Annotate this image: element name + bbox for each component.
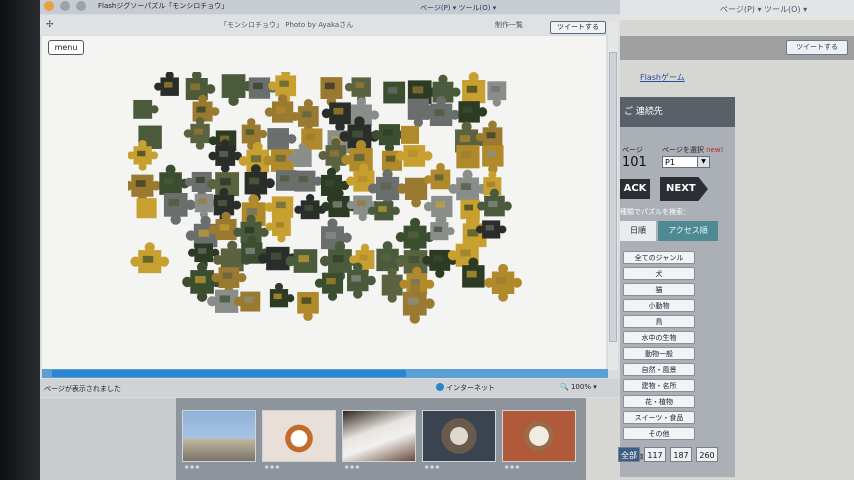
thumbnail-caption: ★★★ (424, 464, 441, 471)
genre-button[interactable]: その他 (623, 427, 695, 440)
jigsaw-piece[interactable] (423, 162, 451, 190)
scrollbar-thumb[interactable] (52, 370, 406, 377)
jigsaw-piece[interactable] (448, 169, 487, 201)
jigsaw-piece[interactable] (221, 74, 254, 107)
jigsaw-piece[interactable] (432, 74, 461, 103)
scrollbar-thumb[interactable] (609, 52, 617, 342)
background-toolbar-label[interactable]: ページ(P) ▾ ツール(O) ▾ (720, 4, 807, 15)
piece-count-button[interactable]: 187 (670, 447, 692, 462)
thumbnail-caption: ★★★ (184, 464, 201, 471)
new-badge: new! (706, 146, 724, 154)
jigsaw-piece[interactable] (297, 291, 319, 321)
jigsaw-piece[interactable] (275, 170, 297, 191)
genre-button[interactable]: 建物・名所 (623, 379, 695, 392)
zoom-level[interactable]: 🔍 100% ▾ (560, 383, 597, 391)
window-titlebar: Flashジグソーパズル「モンシロチョウ」 ページ(P) ▾ ツール(O) ▾ (40, 0, 620, 14)
puzzle-caption: 「モンシロチョウ」 Photo by Ayakaさん (220, 21, 354, 29)
page-header: ✢ 「モンシロチョウ」 Photo by Ayakaさん 制作一覧 ツイートする (40, 15, 620, 35)
genre-button[interactable]: 自然・風景 (623, 363, 695, 376)
thumbnail-caption: ★★★ (504, 464, 521, 471)
jigsaw-piece[interactable] (163, 193, 196, 225)
jigsaw-piece[interactable] (383, 81, 406, 104)
menu-button[interactable]: menu (48, 40, 84, 55)
thumbnail-cat-2[interactable] (422, 410, 496, 462)
jigsaw-piece[interactable] (484, 263, 523, 302)
genre-button[interactable]: 小動物 (623, 299, 695, 312)
site-logo-icon[interactable]: ✢ (46, 20, 54, 30)
page-label: ページ (622, 146, 643, 154)
thumbnail-strip-left-area (40, 398, 176, 480)
jigsaw-piece[interactable] (154, 72, 179, 96)
jigsaw-piece[interactable] (314, 272, 344, 301)
genre-button[interactable]: 鳥 (623, 315, 695, 328)
jigsaw-piece[interactable] (133, 99, 159, 119)
panel-heading: ご 連続先 (620, 97, 735, 127)
genre-button[interactable]: 犬 (623, 267, 695, 280)
piece-count-button[interactable]: 117 (644, 447, 666, 462)
jigsaw-piece[interactable] (458, 101, 488, 123)
jigsaw-piece[interactable] (294, 170, 323, 192)
security-zone: インターネット (436, 383, 495, 393)
jigsaw-piece[interactable] (482, 145, 504, 174)
genre-button[interactable]: 動物一般 (623, 347, 695, 360)
background-tweet-button[interactable]: ツイートする (786, 40, 848, 55)
genre-button[interactable]: 水中の生物 (623, 331, 695, 344)
jigsaw-piece[interactable] (183, 117, 210, 150)
browser-toolbar-menus[interactable]: ページ(P) ▾ ツール(O) ▾ (420, 3, 496, 13)
jigsaw-piece[interactable] (456, 145, 480, 169)
jigsaw-piece[interactable] (397, 177, 428, 208)
window-title: Flashジグソーパズル「モンシロチョウ」 (98, 2, 229, 10)
jigsaw-piece[interactable] (430, 215, 455, 241)
tab-access-order[interactable]: アクセス順 (658, 221, 718, 241)
status-text: ページが表示されました (44, 385, 121, 393)
genre-button[interactable]: スイーツ・食品 (623, 411, 695, 424)
genre-heading: 種類でパズルを検索： (620, 208, 690, 216)
jigsaw-piece[interactable] (487, 81, 507, 107)
page-select-label: ページを選択 new! (662, 146, 724, 154)
thumbnail-dog[interactable] (502, 410, 576, 462)
back-nav-icon[interactable] (60, 1, 70, 11)
maker-list-link[interactable]: 制作一覧 (495, 20, 523, 30)
globe-icon (436, 383, 444, 391)
vertical-scrollbar[interactable] (608, 22, 618, 370)
jigsaw-piece[interactable] (320, 77, 343, 107)
flash-game-link[interactable]: Flashゲーム (640, 72, 685, 83)
jigsaw-piece[interactable] (401, 125, 420, 144)
jigsaw-piece[interactable] (321, 102, 351, 132)
thumbnail-caption: ★★★ (344, 464, 361, 471)
jigsaw-pieces[interactable] (128, 72, 532, 336)
thumbnail-puppy[interactable] (262, 410, 336, 462)
puzzle-browse-panel: ご 連続先 ページ ページを選択 new! 101 P1 ▼ ACK NEXT 種… (618, 97, 735, 477)
jigsaw-piece[interactable] (462, 72, 486, 104)
thumbnail-caption: ★★★ (264, 464, 281, 471)
thumbnail-mont-saint-michel[interactable] (182, 410, 256, 462)
window-icon (44, 1, 54, 11)
piece-count-button[interactable]: 260 (696, 447, 718, 462)
genre-button[interactable]: 全てのジャンル (623, 251, 695, 264)
forward-nav-icon[interactable] (76, 1, 86, 11)
jigsaw-piece[interactable] (285, 249, 318, 273)
back-button[interactable]: ACK (620, 179, 650, 199)
horizontal-scrollbar[interactable] (42, 369, 608, 378)
piece-count-button[interactable]: 全部 (618, 447, 640, 462)
next-button[interactable]: NEXT (660, 177, 708, 201)
jigsaw-piece[interactable] (130, 242, 170, 274)
page-select[interactable]: P1 ▼ (662, 156, 710, 168)
tweet-button[interactable]: ツイートする (550, 21, 606, 34)
monitor-bezel (0, 0, 40, 480)
genre-button[interactable]: 猫 (623, 283, 695, 296)
thumbnail-cat[interactable] (342, 410, 416, 462)
jigsaw-piece[interactable] (269, 282, 295, 308)
page-number: 101 (622, 155, 647, 170)
genre-button[interactable]: 花・植物 (623, 395, 695, 408)
tab-date-order[interactable]: 日順 (620, 221, 656, 241)
chevron-down-icon: ▼ (697, 157, 709, 167)
jigsaw-piece[interactable] (136, 198, 157, 219)
thumbnail-strip: ★★★ ★★★ ★★★ ★★★ ★★★ (176, 398, 586, 480)
status-bar: ページが表示されました インターネット 🔍 100% ▾ (40, 379, 620, 397)
